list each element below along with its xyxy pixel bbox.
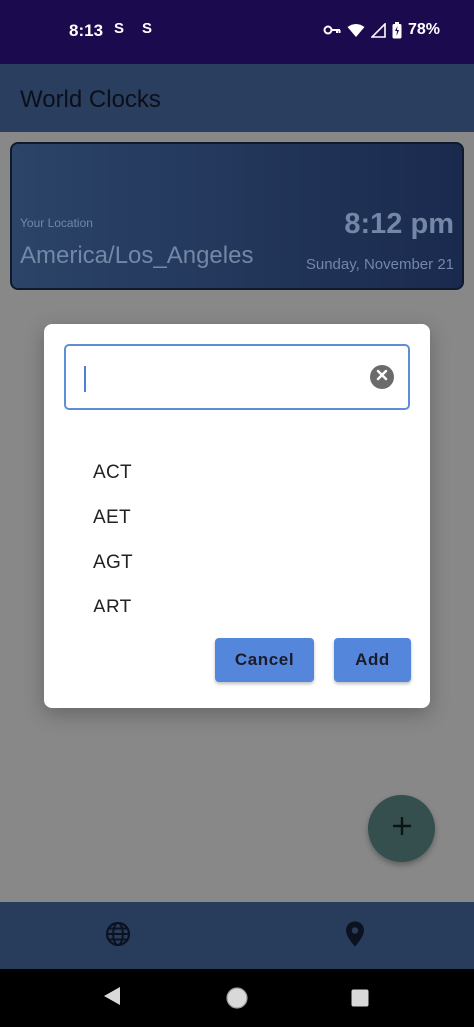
status-time: 8:13 <box>69 21 104 40</box>
status-bar: 8:13 S S 78% <box>0 0 474 64</box>
list-item[interactable]: AGT <box>93 552 133 574</box>
back-icon <box>103 986 121 1011</box>
key-icon <box>323 24 341 36</box>
globe-icon <box>105 921 131 952</box>
timezone-search-input[interactable] <box>80 360 360 394</box>
clear-search-button[interactable] <box>370 365 394 389</box>
location-zone: America/Los_Angeles <box>20 242 254 269</box>
app-bar: World Clocks <box>0 64 474 132</box>
location-card[interactable]: Your Location America/Los_Angeles 8:12 p… <box>10 142 464 290</box>
add-timezone-dialog: ACT AET AGT ART Cancel Add <box>44 324 430 708</box>
text-cursor <box>84 366 86 392</box>
home-icon <box>226 987 248 1014</box>
signal-icon <box>370 22 386 38</box>
notification-icon: S <box>142 20 153 37</box>
add-button[interactable]: Add <box>334 638 411 682</box>
recents-icon <box>351 989 369 1012</box>
notification-icon: S <box>114 20 125 37</box>
battery-percent: 78% <box>407 21 440 38</box>
status-indicators: 78% <box>323 21 440 39</box>
nav-location[interactable] <box>338 919 372 953</box>
timezone-search-box[interactable] <box>64 344 410 410</box>
location-date: Sunday, November 21 <box>305 256 454 273</box>
add-clock-fab[interactable] <box>368 795 435 862</box>
list-item[interactable]: AET <box>93 507 131 529</box>
location-caption: Your Location <box>20 216 93 230</box>
bottom-navigation <box>0 902 474 969</box>
recents-button[interactable] <box>351 989 369 1012</box>
back-button[interactable] <box>103 986 121 1011</box>
battery-icon <box>392 21 402 39</box>
cancel-button[interactable]: Cancel <box>215 638 314 682</box>
location-pin-icon <box>345 921 365 952</box>
plus-icon <box>392 816 412 841</box>
app-title: World Clocks <box>20 86 161 113</box>
wifi-icon <box>347 23 365 38</box>
timezone-list[interactable]: ACT AET AGT ART <box>44 448 430 612</box>
home-button[interactable] <box>226 987 248 1014</box>
list-item[interactable]: ART <box>93 597 132 612</box>
list-item[interactable]: ACT <box>93 462 132 484</box>
clear-icon <box>376 368 388 386</box>
nav-world-clocks[interactable] <box>101 919 135 953</box>
system-navigation <box>0 969 474 1027</box>
location-time: 8:12 pm <box>344 208 454 240</box>
